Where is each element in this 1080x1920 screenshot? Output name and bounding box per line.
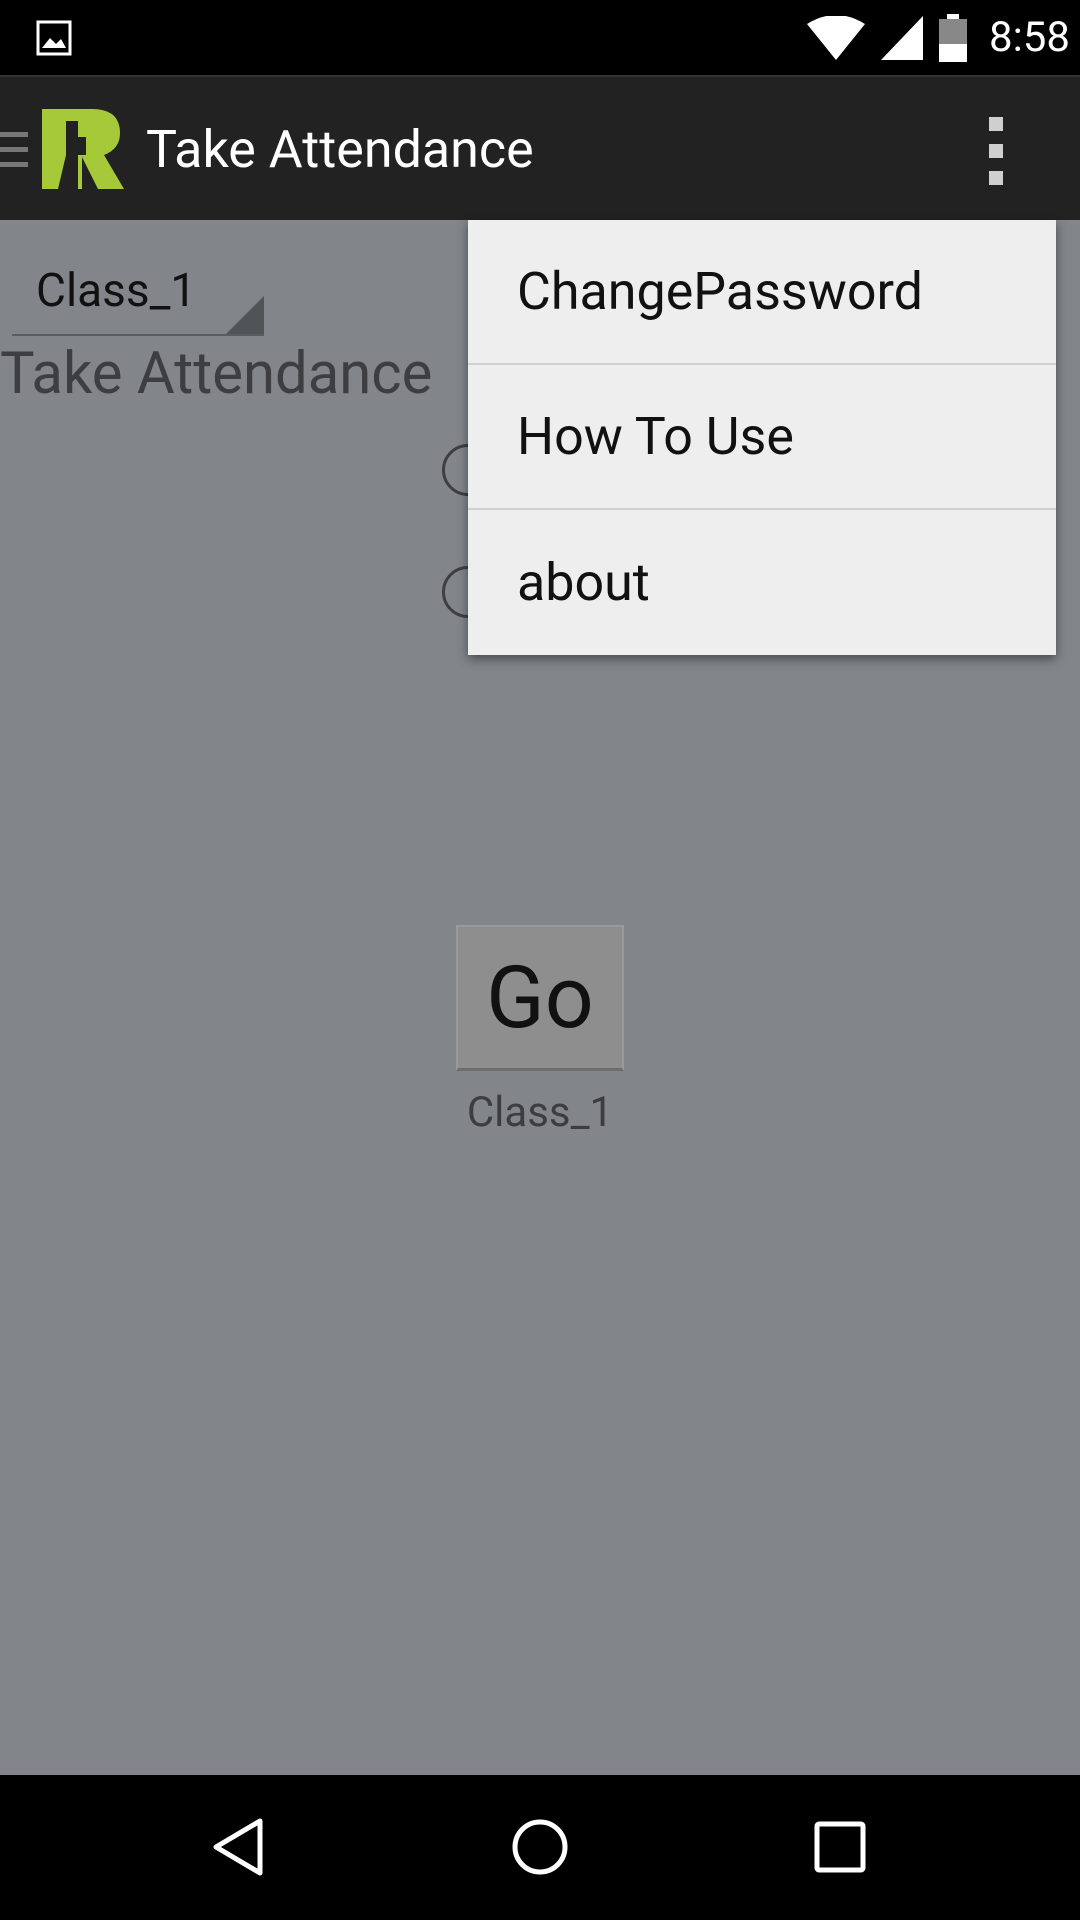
battery-icon [939,13,967,62]
overflow-dot [989,117,1003,131]
overflow-menu: ChangePassword How To Use about [468,220,1056,655]
class-caption: Class_1 [466,1088,614,1137]
status-bar: 8:58 [0,0,1080,75]
menu-item-how-to-use[interactable]: How To Use [468,365,1056,510]
app-toolbar: Take Attendance [0,75,1080,222]
overflow-dot [989,171,1003,185]
overflow-menu-icon[interactable] [984,117,1008,185]
toolbar-title: Take Attendance [146,119,534,180]
system-nav-bar [0,1775,1080,1920]
go-button[interactable]: Go [456,925,624,1071]
overflow-dot [989,144,1003,158]
recents-icon[interactable] [808,1815,872,1879]
status-time: 8:58 [989,13,1070,62]
section-title: Take Attendance [0,340,433,408]
app-logo[interactable] [42,107,124,191]
home-icon[interactable] [508,1815,572,1879]
hamburger-icon[interactable] [0,128,30,172]
spinner-underline [12,334,264,336]
back-icon[interactable] [208,1815,272,1879]
status-icons: 8:58 [807,0,1080,75]
spinner-arrow-icon [226,296,264,334]
menu-item-change-password[interactable]: ChangePassword [468,220,1056,365]
image-notification-icon [36,20,72,56]
class-spinner[interactable]: Class_1 [12,240,264,336]
spinner-value: Class_1 [36,264,197,318]
wifi-icon [807,15,865,60]
menu-item-about[interactable]: about [468,510,1056,655]
signal-icon [881,15,923,60]
